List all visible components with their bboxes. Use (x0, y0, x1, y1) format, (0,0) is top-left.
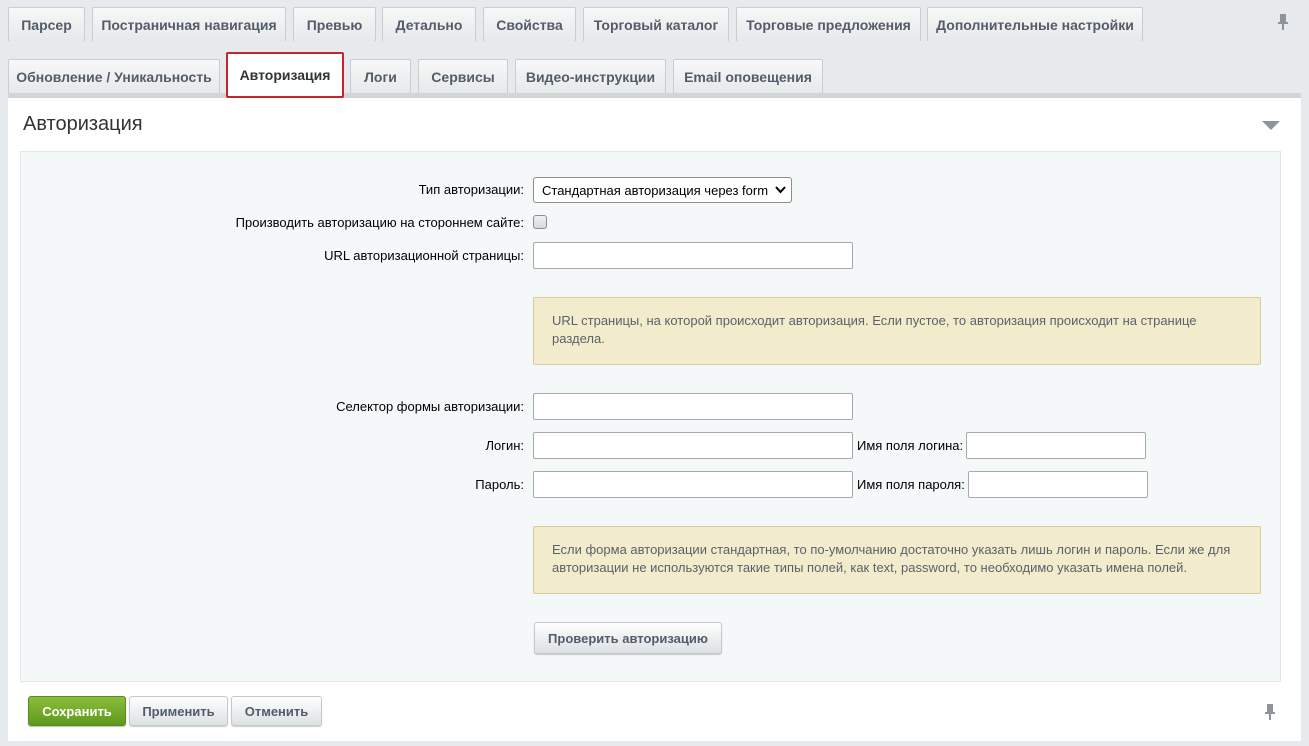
login-field-input[interactable] (966, 432, 1146, 459)
tab-additional-settings[interactable]: Дополнительные настройки (927, 7, 1143, 41)
tab-authorization[interactable]: Авторизация (226, 52, 344, 98)
check-auth-button[interactable]: Проверить авторизацию (534, 622, 722, 654)
tab-catalog[interactable]: Торговый каталог (583, 7, 729, 41)
selector-input[interactable] (533, 393, 853, 420)
tab-offers[interactable]: Торговые предложения (736, 7, 921, 41)
login-field-label: Имя поля логина: (857, 438, 964, 453)
auth-type-value: Стандартная авторизация через form (542, 182, 769, 198)
login-input[interactable] (533, 432, 853, 459)
pin-icon[interactable] (1276, 13, 1290, 31)
password-label: Пароль: (475, 477, 524, 492)
tab-video-instructions[interactable]: Видео-инструкции (515, 59, 666, 93)
section-title: Авторизация (23, 113, 143, 135)
pin-icon[interactable] (1263, 703, 1277, 721)
third-party-checkbox[interactable] (533, 215, 547, 229)
auth-type-label: Тип авторизации: (418, 182, 524, 197)
tab-detail[interactable]: Детально (382, 7, 476, 41)
tab-logs[interactable]: Логи (350, 59, 411, 93)
tab-update-uniqueness[interactable]: Обновление / Уникальность (8, 59, 220, 93)
auth-type-select[interactable]: Стандартная авторизация через form (533, 177, 792, 203)
tab-preview[interactable]: Превью (293, 7, 376, 41)
apply-button[interactable]: Применить (129, 696, 228, 726)
login-label: Логин: (485, 438, 524, 453)
url-input[interactable] (533, 242, 853, 269)
save-button[interactable]: Сохранить (28, 696, 126, 726)
fields-hint: Если форма авторизации стандартная, то п… (533, 526, 1261, 594)
tab-email-notifications[interactable]: Email оповещения (673, 59, 823, 93)
password-field-label: Имя поля пароля: (857, 477, 965, 492)
tab-services[interactable]: Сервисы (418, 59, 508, 93)
url-label: URL авторизационной страницы: (324, 248, 524, 263)
third-party-label: Производить авторизацию на стороннем сай… (235, 215, 524, 230)
password-field-input[interactable] (968, 471, 1148, 498)
triangle-down-icon[interactable] (1262, 121, 1280, 131)
cancel-button[interactable]: Отменить (231, 696, 322, 726)
tab-properties[interactable]: Свойства (483, 7, 576, 41)
tab-pagination[interactable]: Постраничная навигация (92, 7, 286, 41)
chevron-down-icon (775, 186, 786, 194)
tab-parser[interactable]: Парсер (8, 7, 85, 41)
selector-label: Селектор формы авторизации: (336, 399, 524, 414)
password-input[interactable] (533, 471, 853, 498)
url-hint: URL страницы, на которой происходит авто… (533, 297, 1261, 365)
